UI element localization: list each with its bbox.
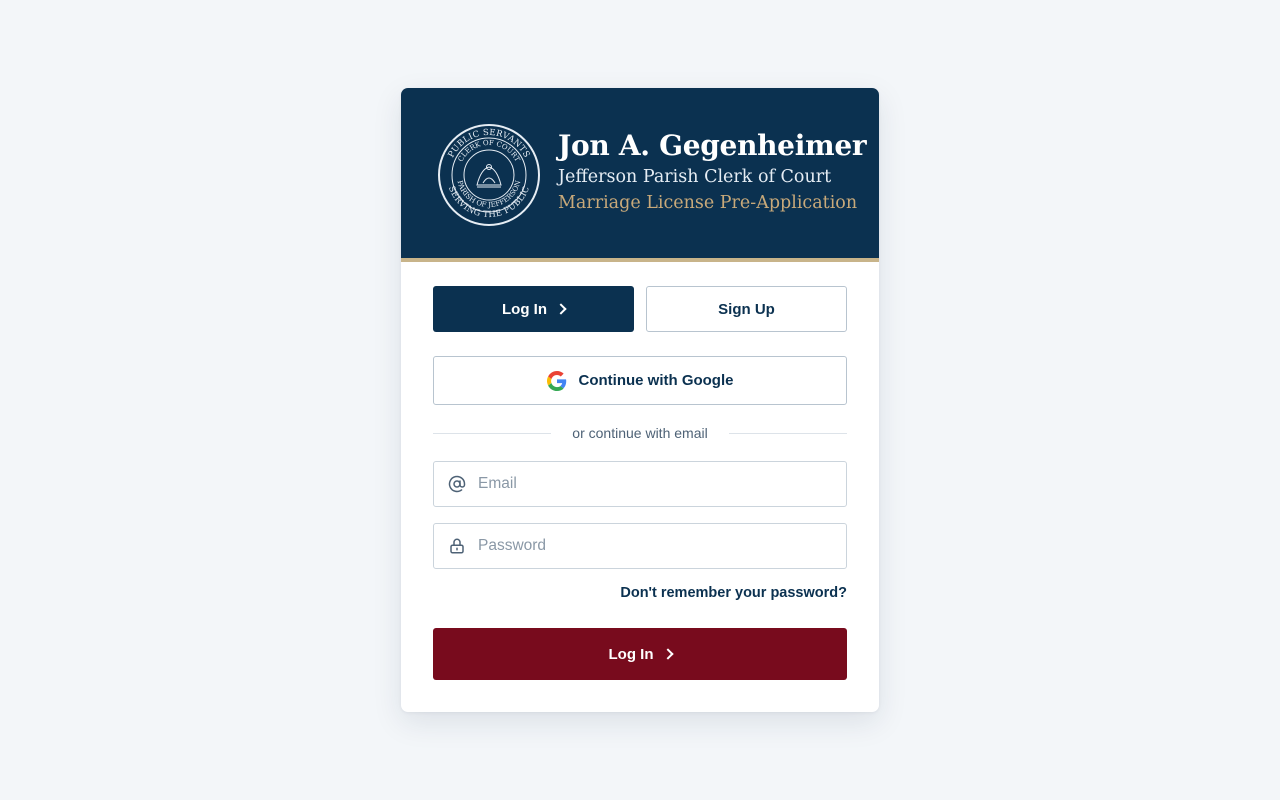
tab-signup[interactable]: Sign Up: [646, 286, 847, 332]
tab-login-label: Log In: [502, 300, 547, 318]
login-submit-button[interactable]: Log In: [433, 628, 847, 680]
chevron-right-icon: [555, 303, 567, 315]
forgot-password-link[interactable]: Don't remember your password?: [620, 585, 847, 601]
divider-line-right: [729, 433, 847, 434]
header-titles: Jon A. Gegenheimer Jefferson Parish Cler…: [558, 128, 867, 216]
tab-login[interactable]: Log In: [433, 286, 634, 332]
login-submit-label: Log In: [608, 645, 654, 663]
office-name: Jefferson Parish Clerk of Court: [558, 167, 832, 187]
card-header: PUBLIC SERVANTS SERVING THE PUBLIC CLERK…: [401, 88, 879, 262]
chevron-right-icon: [661, 648, 674, 660]
google-login-label: Continue with Google: [578, 372, 734, 389]
official-name: Jon A. Gegenheimer: [558, 129, 867, 162]
email-divider: or continue with email: [433, 424, 847, 442]
at-sign-icon: [448, 475, 466, 493]
login-card: PUBLIC SERVANTS SERVING THE PUBLIC CLERK…: [401, 88, 879, 712]
google-g-icon: [546, 370, 566, 391]
tab-signup-label: Sign Up: [718, 300, 775, 318]
lock-icon: [450, 538, 464, 554]
google-login-button[interactable]: Continue with Google: [433, 356, 847, 405]
application-name: Marriage License Pre-Application: [558, 193, 858, 213]
email-field: [433, 461, 847, 507]
password-input[interactable]: [478, 524, 838, 568]
password-field: [433, 523, 847, 569]
email-input[interactable]: [478, 462, 838, 506]
pelican-seal-icon: PUBLIC SERVANTS SERVING THE PUBLIC CLERK…: [438, 124, 540, 226]
